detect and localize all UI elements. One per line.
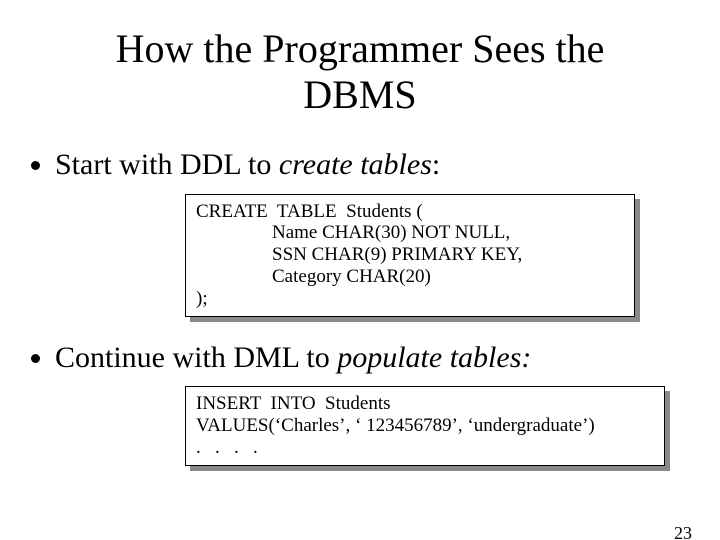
- code-block-1-wrap: CREATE TABLE Students ( Name CHAR(30) NO…: [185, 194, 635, 317]
- bullet-1-text-italic: create tables: [279, 148, 432, 181]
- bullet-1-text-prefix: Start with DDL to: [55, 148, 279, 181]
- bullet-2-text-italic: populate tables:: [337, 341, 531, 374]
- slide: How the Programmer Sees the DBMS Start w…: [0, 26, 720, 540]
- code-block-1: CREATE TABLE Students ( Name CHAR(30) NO…: [185, 194, 635, 317]
- bullet-item-1: Start with DDL to create tables: CREATE …: [55, 146, 685, 317]
- bullet-2-text-prefix: Continue with DML to: [55, 341, 337, 374]
- page-number: 23: [674, 523, 692, 540]
- bullet-list: Start with DDL to create tables: CREATE …: [55, 146, 685, 466]
- bullet-1-text-suffix: :: [432, 148, 440, 181]
- code-block-2-wrap: INSERT INTO Students VALUES(‘Charles’, ‘…: [185, 386, 665, 466]
- code-block-2: INSERT INTO Students VALUES(‘Charles’, ‘…: [185, 386, 665, 466]
- bullet-item-2: Continue with DML to populate tables: IN…: [55, 339, 685, 466]
- slide-title: How the Programmer Sees the DBMS: [60, 26, 660, 118]
